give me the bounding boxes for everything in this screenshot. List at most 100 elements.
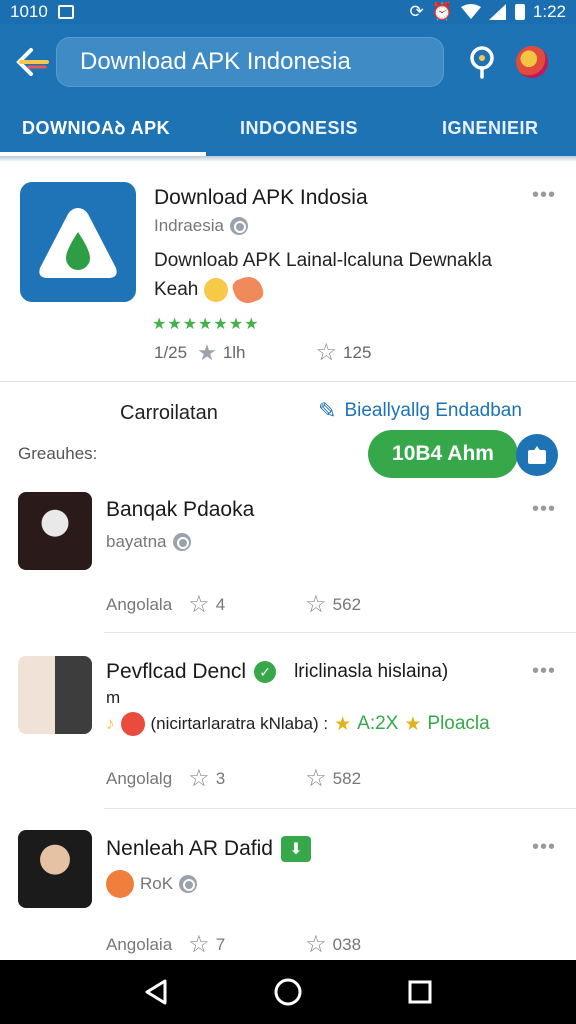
tab-bar: DOWNIOAꝺ APK INDOONESIS IGNENIEIR: [0, 100, 576, 156]
item-like-count: 038: [332, 934, 362, 954]
item-subtitle: bayatna: [106, 532, 191, 552]
home-circle-icon: [274, 978, 302, 1006]
profile-avatar[interactable]: [516, 46, 548, 78]
item-meta-label: Angolaia: [106, 934, 173, 954]
list-item[interactable]: Banqak Pdaoka ••• bayatna Angolala ☆ 4 ☆…: [0, 490, 576, 634]
status-time-left: 1010: [10, 2, 48, 21]
tab-indonesia-label: INDOONESIS: [240, 117, 359, 138]
star-outline-icon[interactable]: ☆: [188, 590, 210, 619]
featured-date: 1/25: [154, 342, 188, 362]
item-rating: A:2X: [357, 713, 399, 734]
list-item[interactable]: Nenleah AR Dafid ⬇ ••• RoK Angolaia ☆ 7 …: [0, 830, 576, 960]
featured-app-card[interactable]: Download APK Indosia ••• Indraesia Downl…: [0, 162, 576, 382]
item-thumbnail: [18, 830, 92, 908]
back-triangle-icon: [145, 979, 167, 1005]
item-like-count: 582: [332, 768, 362, 788]
featured-desc-line1: Downloab APK Lainal-lcaluna Dewnakla: [154, 250, 492, 271]
rating-star-icon: ★: [404, 713, 422, 735]
item-title-text: Nenleah AR Dafid: [106, 837, 273, 860]
item-meta: Angolala ☆ 4 ☆ 562: [106, 590, 406, 619]
thumbs-up-icon[interactable]: ☆: [305, 930, 327, 959]
item-title-cont-text: m: [106, 688, 121, 707]
item-more-button[interactable]: •••: [532, 498, 556, 521]
recents-square-icon: [408, 980, 432, 1004]
item-star-count: 4: [215, 594, 226, 614]
star-outline-icon[interactable]: ☆: [188, 764, 210, 793]
featured-app-subtitle: Indraesia: [154, 216, 248, 236]
battery-icon: [514, 4, 525, 20]
item-title-text: Banqak Pdaoka: [106, 498, 255, 521]
app-logo-icon: [39, 208, 117, 278]
featured-subtitle-text: Indraesia: [154, 216, 224, 235]
thumbs-up-icon[interactable]: ☆: [316, 338, 338, 367]
featured-desc-line2: Keah: [154, 279, 199, 300]
verified-icon: ✓: [254, 661, 277, 683]
badge-icon: [120, 712, 145, 736]
search-button[interactable]: [462, 42, 502, 82]
item-meta: Angolalg ☆ 3 ☆ 582: [106, 764, 406, 793]
star-outline-icon[interactable]: ☆: [188, 930, 210, 959]
featured-app-icon: [20, 182, 136, 302]
item-star-count: 7: [215, 934, 226, 954]
item-title: Banqak Pdaoka: [106, 498, 254, 522]
list-item[interactable]: Pevflcad Dencl ✓ lriclinasla hislaina) •…: [0, 654, 576, 810]
tab-download-apk[interactable]: DOWNIOAꝺ APK: [22, 100, 170, 156]
divider: [104, 808, 576, 809]
back-arrow-icon: [16, 48, 49, 76]
item-subtitle: RoK: [106, 870, 198, 898]
globe-icon: [172, 533, 191, 551]
compilation-title: Carroilatan: [120, 402, 218, 424]
crying-emoji-icon: [204, 277, 229, 302]
thumbs-up-icon[interactable]: ☆: [305, 764, 327, 793]
status-time-right: 1:22: [532, 2, 566, 21]
status-bar: 1010 ⟳ ⏰ 1:22: [0, 0, 576, 24]
download-count-text: 10B4 Ahm: [392, 442, 494, 465]
thumbs-up-icon[interactable]: ☆: [305, 590, 327, 619]
notification-icon: [57, 5, 74, 19]
download-count-button[interactable]: 10B4 Ahm: [368, 430, 518, 478]
search-text: Download APK Indonesia: [80, 48, 351, 75]
item-meta-label: Angolalg: [106, 768, 173, 788]
app-bar: Download APK Indonesia: [0, 24, 576, 100]
compilation-section: Carroilatan ✎ Bieallyallg Endadban Greau…: [0, 382, 576, 494]
item-title-text: Pevflcad Dencl: [106, 660, 247, 683]
nav-back-button[interactable]: [136, 972, 176, 1012]
item-subtitle-text: bayatna: [106, 532, 167, 551]
star-icon: ★: [197, 339, 217, 365]
share-button[interactable]: [516, 434, 558, 476]
search-icon: [470, 46, 494, 79]
share-icon: [528, 446, 546, 464]
back-button[interactable]: [12, 42, 52, 82]
item-more-button[interactable]: •••: [532, 836, 556, 859]
signal-icon: [488, 4, 506, 20]
system-nav-bar: [0, 960, 576, 1024]
nav-recents-button[interactable]: [400, 972, 440, 1012]
tab-indonesia[interactable]: INDOONESIS: [240, 100, 358, 156]
item-meta: Angolaia ☆ 7 ☆ 038: [106, 930, 406, 959]
globe-icon: [179, 875, 198, 893]
compilation-link[interactable]: ✎ Bieallyallg Endadban: [318, 398, 522, 424]
compilation-label: Greauhes:: [18, 444, 98, 463]
tab-ignenieir[interactable]: IGNENIEIR: [442, 100, 539, 156]
item-subtitle: ♪ (nicirtarlaratra kNlaba) : ★ A:2X ★ Pl…: [106, 712, 566, 736]
app-badge-icon: [106, 870, 134, 898]
item-subtitle-text: (nicirtarlaratra kNlaba) :: [150, 714, 329, 733]
rating-star-icon: ★: [334, 713, 352, 735]
item-title-extra: lriclinasla hislaina): [294, 661, 449, 682]
featured-description: Downloab APK Lainal-lcaluna Dewnakla Kea…: [154, 246, 554, 307]
pencil-icon: ✎: [318, 398, 337, 423]
download-badge-icon: ⬇: [280, 836, 311, 862]
item-meta-label: Angolala: [106, 594, 173, 614]
featured-more-button[interactable]: •••: [532, 184, 556, 207]
tab-download-apk-label: DOWNIOAꝺ APK: [22, 118, 171, 138]
sync-icon: ⟳: [409, 2, 424, 21]
item-thumbnail: [18, 656, 92, 734]
compilation-link-text: Bieallyallg Endadban: [344, 400, 522, 421]
item-like-count: 562: [332, 594, 362, 614]
nav-home-button[interactable]: [268, 972, 308, 1012]
featured-time: 1lh: [222, 342, 246, 362]
globe-icon: [229, 217, 248, 235]
item-title-continuation: m: [106, 688, 120, 708]
item-more-button[interactable]: •••: [532, 660, 556, 683]
search-input[interactable]: Download APK Indonesia: [56, 37, 444, 87]
